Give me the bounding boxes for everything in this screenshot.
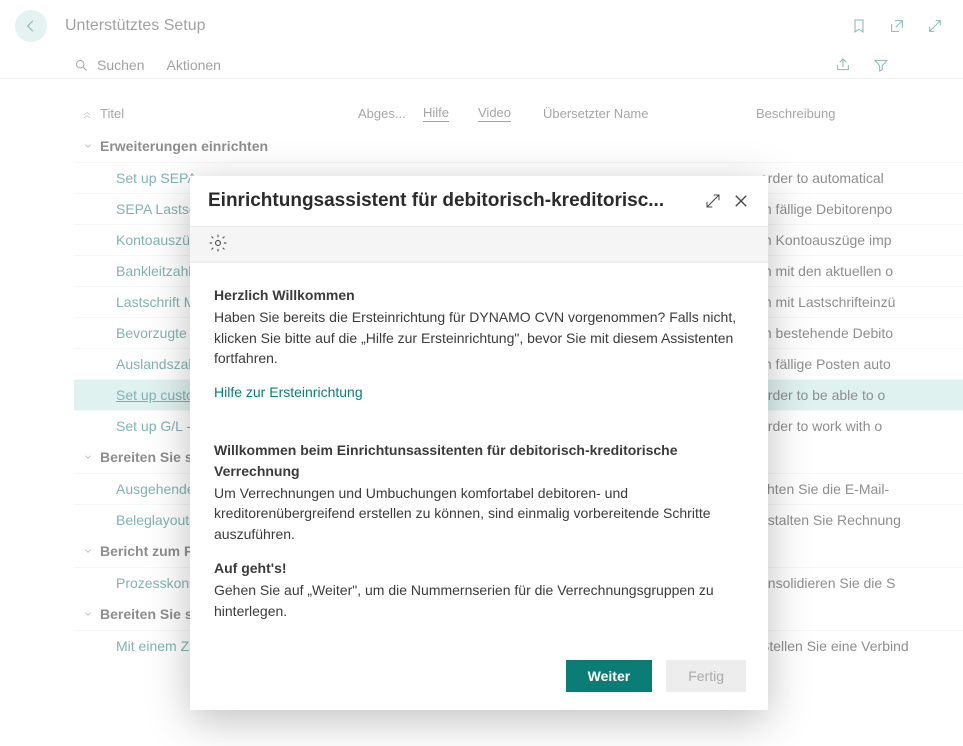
table-header: Titel Abges... Hilfe Video Übersetzter N…: [74, 97, 963, 130]
modal-toolbar: [190, 226, 768, 263]
row-description: m mit Lastschrifteinzü: [760, 294, 963, 310]
row-description: order to work with o: [760, 418, 963, 434]
row-description: chten Sie die E-Mail-: [760, 481, 963, 497]
row-description: Stellen Sie eine Verbind: [760, 638, 963, 654]
modal-header: Einrichtungsassistent für debitorisch-kr…: [190, 176, 768, 226]
modal-body: Herzlich Willkommen Haben Sie bereits di…: [190, 263, 768, 621]
search-button[interactable]: Suchen: [74, 57, 144, 73]
finish-button: Fertig: [666, 660, 746, 692]
back-button[interactable]: [15, 10, 47, 42]
section2-text: Um Verrechnungen und Umbuchungen komfort…: [214, 483, 744, 544]
list-toolbar: Suchen Aktionen: [0, 52, 963, 79]
open-new-window-icon[interactable]: [889, 18, 905, 34]
bookmark-icon[interactable]: [851, 18, 867, 34]
row-description: m bestehende Debito: [760, 325, 963, 341]
expand-icon[interactable]: [927, 18, 943, 34]
section2-heading: Willkommen beim Einrichtunsassitenten fü…: [214, 440, 744, 481]
chevron-down-icon: [78, 452, 98, 462]
group-title: Bereiten Sie s: [98, 606, 193, 622]
col-translated[interactable]: Übersetzter Name: [543, 106, 756, 121]
row-description: m fällige Posten auto: [760, 356, 963, 372]
chevron-down-icon: [78, 141, 98, 151]
group-row[interactable]: Erweiterungen einrichten: [74, 130, 963, 162]
chevron-down-icon: [78, 546, 98, 556]
row-description: m mit den aktuellen o: [760, 263, 963, 279]
row-description: m Kontoauszüge imp: [760, 232, 963, 248]
page-title: Unterstütztes Setup: [65, 17, 206, 35]
setup-wizard-modal: Einrichtungsassistent für debitorisch-kr…: [190, 176, 768, 710]
sort-toggle[interactable]: [74, 108, 100, 120]
arrow-left-icon: [23, 18, 39, 34]
section3-text: Gehen Sie auf „Weiter", um die Nummernse…: [214, 580, 744, 621]
col-help[interactable]: Hilfe: [423, 105, 478, 122]
expand-modal-icon[interactable]: [704, 192, 722, 210]
row-description: order to be able to o: [760, 387, 963, 403]
toolbar-icons: [835, 57, 889, 73]
chevron-down-icon: [78, 609, 98, 619]
row-description: order to automatical: [760, 170, 963, 186]
filter-icon[interactable]: [873, 57, 889, 73]
share-icon[interactable]: [835, 57, 851, 73]
page-header: Unterstütztes Setup: [0, 0, 963, 52]
group-title: Erweiterungen einrichten: [98, 138, 268, 154]
row-description: estalten Sie Rechnung: [760, 512, 963, 528]
section3-heading: Auf geht's!: [214, 558, 744, 578]
row-description: m fällige Debitorenpo: [760, 201, 963, 217]
col-description[interactable]: Beschreibung: [756, 106, 963, 121]
group-title: Bereiten Sie s: [98, 449, 193, 465]
next-button[interactable]: Weiter: [566, 660, 653, 692]
welcome-text: Haben Sie bereits die Ersteinrichtung fü…: [214, 307, 744, 368]
modal-title: Einrichtungsassistent für debitorisch-kr…: [208, 190, 694, 212]
search-icon: [74, 58, 89, 73]
welcome-heading: Herzlich Willkommen: [214, 285, 744, 305]
col-title[interactable]: Titel: [100, 106, 358, 121]
close-icon[interactable]: [732, 192, 750, 210]
row-description: onsolidieren Sie die S: [760, 575, 963, 591]
col-video[interactable]: Video: [478, 105, 543, 122]
chevrons-up-icon: [81, 108, 93, 120]
gear-icon[interactable]: [208, 233, 228, 253]
header-actions: [851, 18, 943, 34]
help-initial-setup-link[interactable]: Hilfe zur Ersteinrichtung: [214, 382, 363, 402]
actions-menu[interactable]: Aktionen: [166, 57, 220, 73]
search-label: Suchen: [97, 57, 144, 73]
modal-footer: Weiter Fertig: [566, 660, 746, 692]
group-title: Bericht zum F: [98, 543, 193, 559]
col-done[interactable]: Abges...: [358, 106, 423, 121]
